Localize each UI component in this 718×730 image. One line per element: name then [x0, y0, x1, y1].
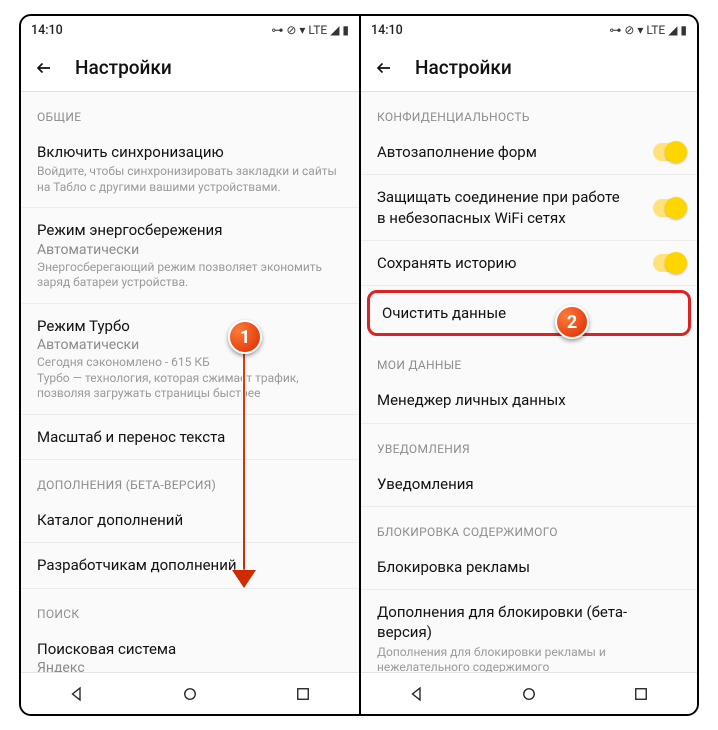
android-nav-bar: [21, 672, 359, 714]
row-notifications[interactable]: Уведомления: [361, 462, 697, 507]
section-header-addons: ДОПОЛНЕНИЯ (БЕТА-ВЕРСИЯ): [21, 460, 359, 498]
nav-recent-icon[interactable]: [632, 685, 650, 703]
annotation-badge-2: 2: [555, 305, 589, 339]
annotation-badge-1: 1: [228, 320, 262, 354]
section-header-notifications: УВЕДОМЛЕНИЯ: [361, 424, 697, 462]
row-clear-data[interactable]: Очистить данные: [367, 290, 691, 336]
nav-back-icon[interactable]: [68, 685, 86, 703]
android-nav-bar: [361, 672, 697, 714]
row-sync[interactable]: Включить синхронизацию Войдите, чтобы си…: [21, 130, 359, 208]
status-bar: 14:10 ⊶ ⊘ ▾ LTE ◢ ▮: [21, 16, 359, 44]
row-save-history[interactable]: Сохранять историю: [361, 241, 697, 286]
row-power-saving[interactable]: Режим энергосбережения Автоматически Эне…: [21, 208, 359, 303]
phone-right: 14:10 ⊶ ⊘ ▾ LTE ◢ ▮ Настройки КОНФИДЕНЦИ…: [359, 16, 697, 714]
row-wifi-protect[interactable]: Защищать соединение при работе в небезоп…: [361, 175, 697, 241]
page-title: Настройки: [415, 56, 512, 79]
toggle-on-icon[interactable]: [653, 143, 687, 161]
toggle-on-icon[interactable]: [653, 199, 687, 217]
status-time: 14:10: [31, 23, 63, 38]
nav-back-icon[interactable]: [408, 685, 426, 703]
section-header-blocking: БЛОКИРОВКА СОДЕРЖИМОГО: [361, 507, 697, 545]
section-header-privacy: КОНФИДЕНЦИАЛЬНОСТЬ: [361, 92, 697, 130]
section-header-general: ОБЩИЕ: [21, 92, 359, 130]
phone-left: 14:10 ⊶ ⊘ ▾ LTE ◢ ▮ Настройки ОБЩИЕ Вклю…: [21, 16, 359, 714]
nav-home-icon[interactable]: [181, 685, 199, 703]
app-header: Настройки: [21, 44, 359, 92]
status-icons: ⊶ ⊘ ▾ LTE ◢ ▮: [271, 23, 349, 37]
screenshot-canvas: 14:10 ⊶ ⊘ ▾ LTE ◢ ▮ Настройки ОБЩИЕ Вклю…: [19, 14, 699, 716]
section-header-search: ПОИСК: [21, 589, 359, 627]
row-search-engine[interactable]: Поисковая система Яндекс: [21, 627, 359, 672]
row-autofill[interactable]: Автозаполнение форм: [361, 130, 697, 175]
section-header-mydata: МОИ ДАННЫЕ: [361, 340, 697, 378]
row-text-scale[interactable]: Масштаб и перенос текста: [21, 415, 359, 460]
nav-recent-icon[interactable]: [294, 685, 312, 703]
row-block-addons[interactable]: Дополнения для блокировки (бета-версия) …: [361, 590, 697, 672]
app-header: Настройки: [361, 44, 697, 92]
row-turbo[interactable]: Режим Турбо Автоматически Сегодня сэконо…: [21, 304, 359, 415]
row-addons-dev[interactable]: Разработчикам дополнений: [21, 543, 359, 588]
back-icon[interactable]: [375, 59, 393, 77]
status-bar: 14:10 ⊶ ⊘ ▾ LTE ◢ ▮: [361, 16, 697, 44]
row-personal-data-manager[interactable]: Менеджер личных данных: [361, 378, 697, 423]
settings-list-left[interactable]: ОБЩИЕ Включить синхронизацию Войдите, чт…: [21, 92, 359, 672]
status-icons: ⊶ ⊘ ▾ LTE ◢ ▮: [609, 23, 687, 37]
settings-list-right[interactable]: КОНФИДЕНЦИАЛЬНОСТЬ Автозаполнение форм З…: [361, 92, 697, 672]
annotation-arrow: [241, 348, 247, 588]
back-icon[interactable]: [35, 59, 53, 77]
page-title: Настройки: [75, 56, 172, 79]
toggle-on-icon[interactable]: [653, 254, 687, 272]
row-ad-block[interactable]: Блокировка рекламы: [361, 545, 697, 590]
row-addons-catalog[interactable]: Каталог дополнений: [21, 498, 359, 543]
nav-home-icon[interactable]: [520, 685, 538, 703]
status-time: 14:10: [371, 23, 403, 38]
